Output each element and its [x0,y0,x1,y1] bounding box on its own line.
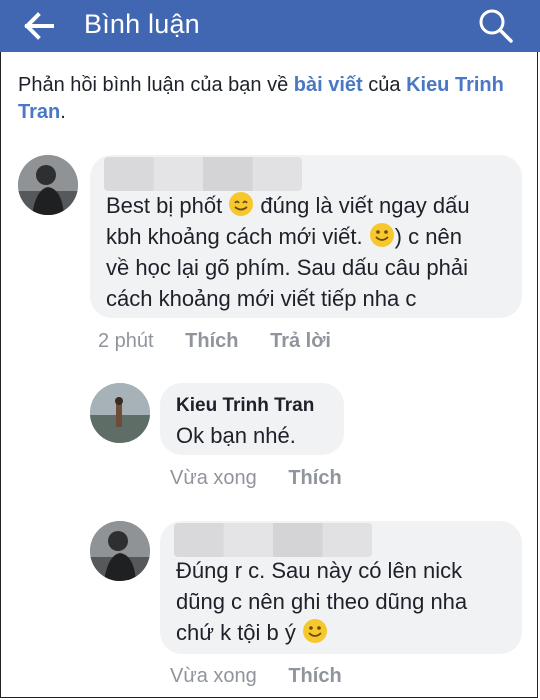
avatar[interactable] [90,521,150,581]
comment-time: Vừa xong [170,467,257,489]
avatar-photo-icon [18,155,78,215]
context-suffix: . [60,101,66,123]
comment-text: Best bị phốt đúng là viết ngay dấu kbh k… [106,190,516,314]
smile-emoji-icon [229,192,254,216]
hidden-author-name [174,523,372,557]
back-arrow-icon[interactable] [24,12,54,40]
comment-meta: 2 phút Thích Trả lời [98,330,331,353]
comment-text: Đúng r c. Sau này có lên nick dũng c nên… [176,555,516,648]
smile-emoji-icon [369,223,394,247]
smile-emoji-icon [303,619,327,643]
comment-time: 2 phút [98,330,154,352]
avatar[interactable] [90,383,150,443]
reply-context: Phản hồi bình luận của bạn về bài viết c… [18,72,523,126]
reply-button[interactable]: Trả lời [270,330,331,352]
context-prefix: Phản hồi bình luận của bạn về [18,74,294,96]
like-button[interactable]: Thích [288,467,341,489]
search-icon[interactable] [478,8,514,44]
avatar-photo-icon [90,521,150,581]
comment-meta: Vừa xong Thích [170,467,342,490]
comment-bubble[interactable]: Kieu Trinh Tran Ok bạn nhé. [160,383,344,455]
comment-time: Vừa xong [170,665,257,687]
context-middle: của [362,74,407,96]
avatar-photo-icon [90,383,150,443]
like-button[interactable]: Thích [288,665,341,687]
page-title: Bình luận [84,9,200,39]
comment-text-part: Best bị phốt [106,193,229,218]
post-link[interactable]: bài viết [294,74,363,96]
comment-meta: Vừa xong Thích [170,665,342,688]
comment-bubble[interactable]: Best bị phốt đúng là viết ngay dấu kbh k… [90,155,522,318]
comment-bubble[interactable]: Đúng r c. Sau này có lên nick dũng c nên… [160,521,522,654]
like-button[interactable]: Thích [185,330,238,352]
comment-author[interactable]: Kieu Trinh Tran [176,395,314,417]
top-bar: Bình luận [0,0,540,52]
hidden-author-name [104,157,302,191]
comment-text: Ok bạn nhé. [176,423,296,448]
avatar[interactable] [18,155,78,215]
